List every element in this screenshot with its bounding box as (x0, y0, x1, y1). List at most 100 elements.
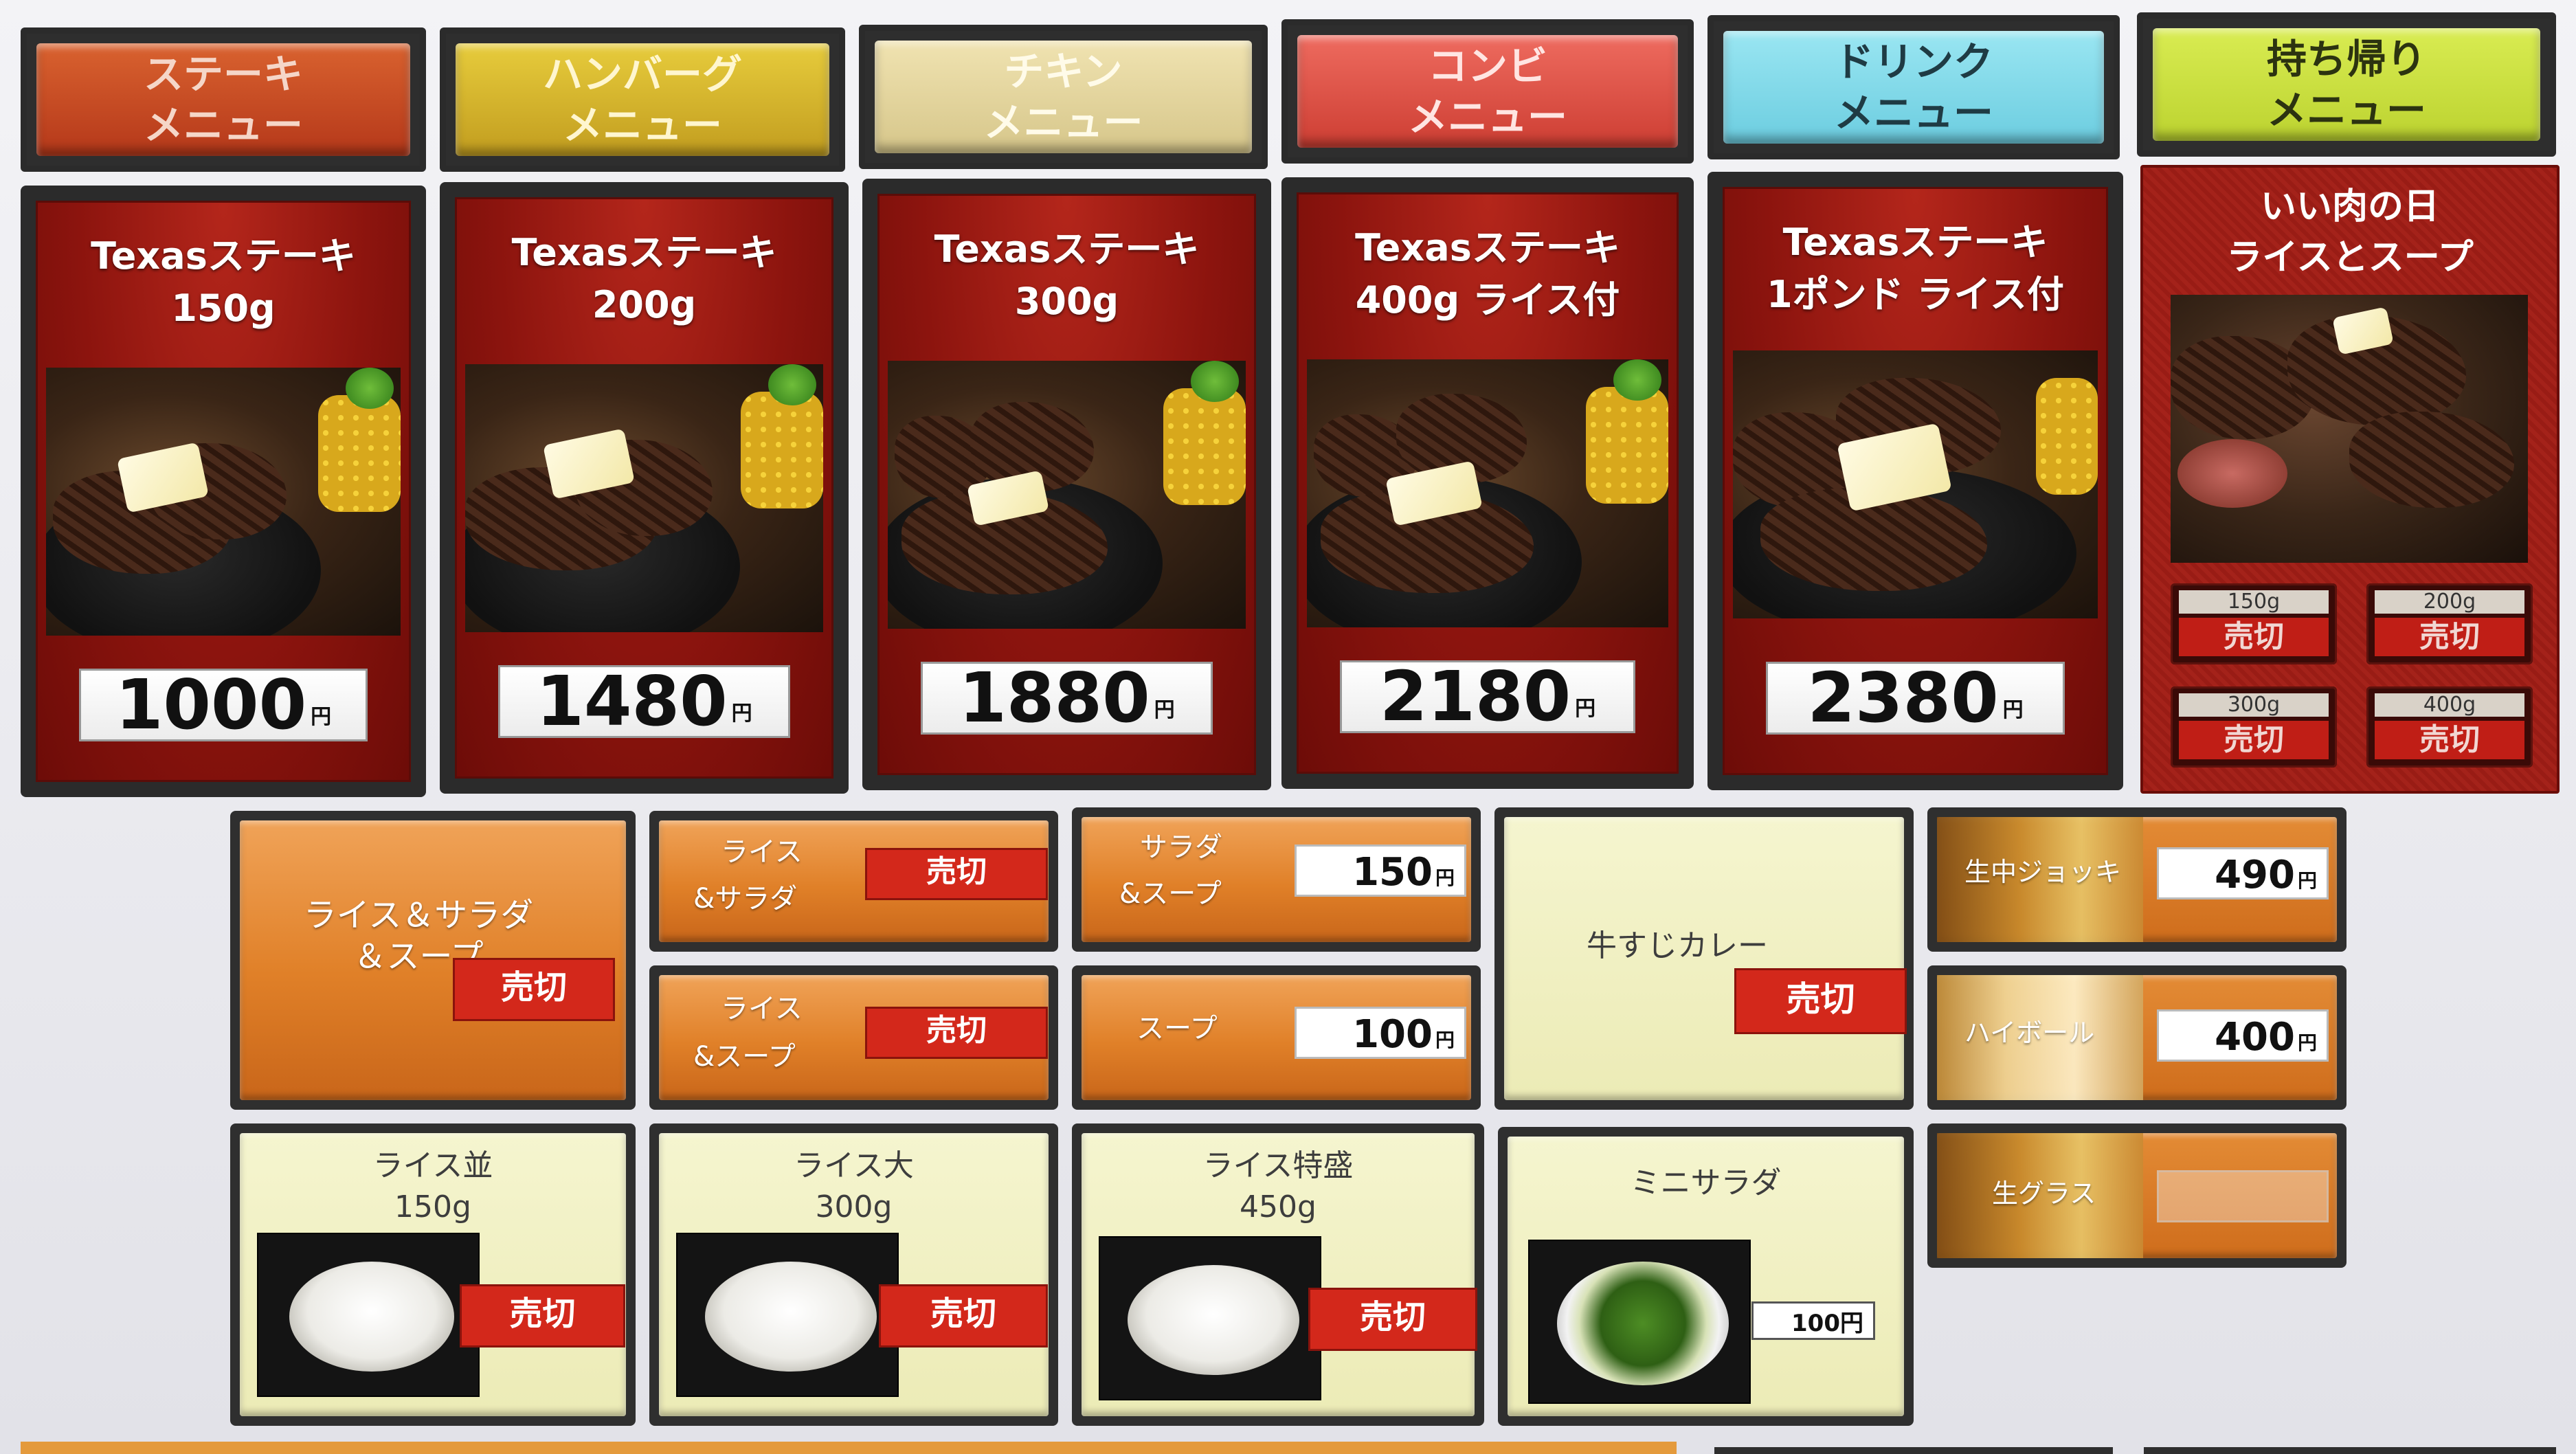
item-label-line1: ライス＆サラダ (303, 896, 534, 935)
tab-label-line2: メニュー (1833, 89, 1993, 136)
tab-combo-menu[interactable]: コンビ メニュー (1281, 19, 1694, 164)
yen-unit: 円 (2002, 698, 2024, 722)
tab-chicken-menu[interactable]: チキン メニュー (859, 25, 1268, 169)
weight-label: 150g (2179, 590, 2329, 614)
rice-salad-soup-button[interactable]: ライス＆サラダ ＆スープ 売切 (230, 811, 636, 1110)
item-label: ライス &サラダ (693, 829, 803, 922)
sold-out-badge: 売切 (460, 1284, 625, 1347)
weight-label: 400g (2375, 693, 2524, 717)
steak-photo (465, 364, 823, 632)
sold-out-label: 売切 (2375, 618, 2524, 656)
sold-out-badge: 売切 (879, 1284, 1048, 1347)
tab-label-line1: ステーキ (143, 51, 303, 98)
tab-takeout-menu[interactable]: 持ち帰り メニュー (2137, 12, 2556, 157)
price-tag: 100円 (1751, 1301, 1875, 1340)
item-label: ライス特盛 450g (1082, 1145, 1475, 1228)
price-tag: 1000 円 (79, 669, 368, 741)
tab-label-line2: メニュー (2266, 87, 2426, 133)
price-value: 1480 (536, 661, 728, 741)
item-label: ミニサラダ (1630, 1165, 1782, 1200)
takeout-300g-button[interactable]: 300g 売切 (2171, 686, 2337, 768)
item-title-line1: Texasステーキ (934, 227, 1200, 271)
mini-salad-button[interactable]: ミニサラダ 100円 (1498, 1127, 1914, 1426)
item-title-line2: 150g (171, 287, 276, 330)
price-tag (2157, 1170, 2329, 1222)
tab-label-line1: チキン (1004, 48, 1123, 95)
price-value: 490 (2215, 853, 2295, 897)
tab-label-line2: メニュー (562, 102, 722, 148)
price-tag: 490 円 (2157, 847, 2329, 899)
item-label-line1: ライス (721, 836, 803, 868)
steak-1pound-button[interactable]: Texasステーキ 1ポンド ライス付 2380 円 (1707, 172, 2123, 790)
item-title-line1: Texasステーキ (511, 231, 777, 274)
price-value: 1880 (959, 658, 1150, 738)
item-title-line2: 1ポンド ライス付 (1767, 273, 2064, 316)
item-label-line1: サラダ (1140, 831, 1222, 863)
item-label: ライス &スープ (693, 985, 803, 1081)
highball-button[interactable]: ハイボール 400 円 (1927, 965, 2347, 1110)
item-title: Texasステーキ 200g (457, 227, 831, 331)
price-value: 100 (1352, 1012, 1433, 1057)
item-title-line1: Texasステーキ (91, 234, 356, 278)
item-label-line2: &スープ (693, 1041, 796, 1073)
yen-unit: 円 (2297, 869, 2317, 892)
steak-photo (1733, 350, 2098, 618)
rice-salad-button[interactable]: ライス &サラダ 売切 (649, 811, 1058, 952)
takeout-title-line2: ライスとスープ (2226, 237, 2474, 278)
yen-unit: 円 (311, 705, 332, 729)
item-title-line2: 200g (592, 283, 697, 326)
beef-curry-button[interactable]: 牛すじカレー 売切 (1494, 807, 1914, 1110)
draft-beer-glass-button[interactable]: 生グラス (1927, 1123, 2347, 1268)
item-label-line1: ライス大 (794, 1148, 914, 1183)
item-label: 生グラス (1992, 1178, 2096, 1209)
price-value: 2180 (1379, 656, 1571, 737)
rice-regular-button[interactable]: ライス並 150g 売切 (230, 1123, 636, 1426)
takeout-150g-button[interactable]: 150g 売切 (2171, 583, 2337, 664)
tab-label-line2: メニュー (1407, 93, 1567, 140)
item-label-line2: 450g (1240, 1189, 1317, 1224)
sold-out-label: 売切 (2179, 618, 2329, 656)
steak-200g-button[interactable]: Texasステーキ 200g 1480 円 (440, 182, 849, 794)
rice-large-button[interactable]: ライス大 300g 売切 (649, 1123, 1058, 1426)
rice-photo (676, 1233, 899, 1397)
price-tag: 100 円 (1295, 1007, 1466, 1059)
takeout-400g-button[interactable]: 400g 売切 (2366, 686, 2533, 768)
draft-beer-mug-button[interactable]: 生中ジョッキ 490 円 (1927, 807, 2347, 952)
takeout-200g-button[interactable]: 200g 売切 (2366, 583, 2533, 664)
takeout-niku-no-hi-card: いい肉の日 ライスとスープ 150g 売切 200g 売切 300g 売切 40… (2140, 165, 2560, 794)
steak-400g-button[interactable]: Texasステーキ 400g ライス付 2180 円 (1281, 177, 1694, 789)
sold-out-label: 売切 (2179, 721, 2329, 759)
soup-button[interactable]: スープ 100 円 (1072, 965, 1481, 1110)
yen-unit: 円 (731, 702, 752, 726)
sold-out-badge: 売切 (1734, 968, 1907, 1034)
item-title-line2: 400g ライス付 (1355, 278, 1620, 322)
salad-soup-button[interactable]: サラダ &スープ 150 円 (1072, 807, 1481, 952)
item-title: Texasステーキ 400g ライス付 (1299, 222, 1677, 326)
price-value: 1000 (115, 664, 307, 745)
rice-soup-button[interactable]: ライス &スープ 売切 (649, 965, 1058, 1110)
takeout-title-line1: いい肉の日 (2260, 186, 2439, 227)
tab-drink-menu[interactable]: ドリンク メニュー (1707, 15, 2120, 159)
yen-unit: 円 (1435, 1029, 1455, 1051)
price-tag: 1880 円 (921, 662, 1213, 735)
salad-photo (1528, 1240, 1751, 1404)
tab-label-line1: ハンバーグ (542, 51, 742, 98)
steak-150g-button[interactable]: Texasステーキ 150g 1000 円 (21, 186, 426, 797)
steak-photo (1307, 359, 1668, 627)
item-label: ライス並 150g (240, 1145, 626, 1228)
tab-steak-menu[interactable]: ステーキ メニュー (21, 27, 426, 172)
rice-extra-large-button[interactable]: ライス特盛 450g 売切 (1072, 1123, 1484, 1426)
yen-unit: 円 (1435, 866, 1455, 889)
tab-label-line1: ドリンク (1833, 38, 1993, 85)
price-value: 400 (2215, 1015, 2295, 1060)
rice-photo (257, 1233, 480, 1397)
yen-unit: 円 (2297, 1031, 2317, 1054)
steak-photo (46, 368, 401, 636)
item-label-line1: ライス (721, 993, 803, 1025)
sold-out-badge: 売切 (865, 848, 1048, 900)
takeout-photo (2171, 295, 2528, 563)
price-tag: 1480 円 (498, 665, 790, 738)
steak-photo (888, 361, 1246, 629)
tab-hamburg-menu[interactable]: ハンバーグ メニュー (440, 27, 845, 172)
steak-300g-button[interactable]: Texasステーキ 300g 1880 円 (862, 179, 1271, 790)
